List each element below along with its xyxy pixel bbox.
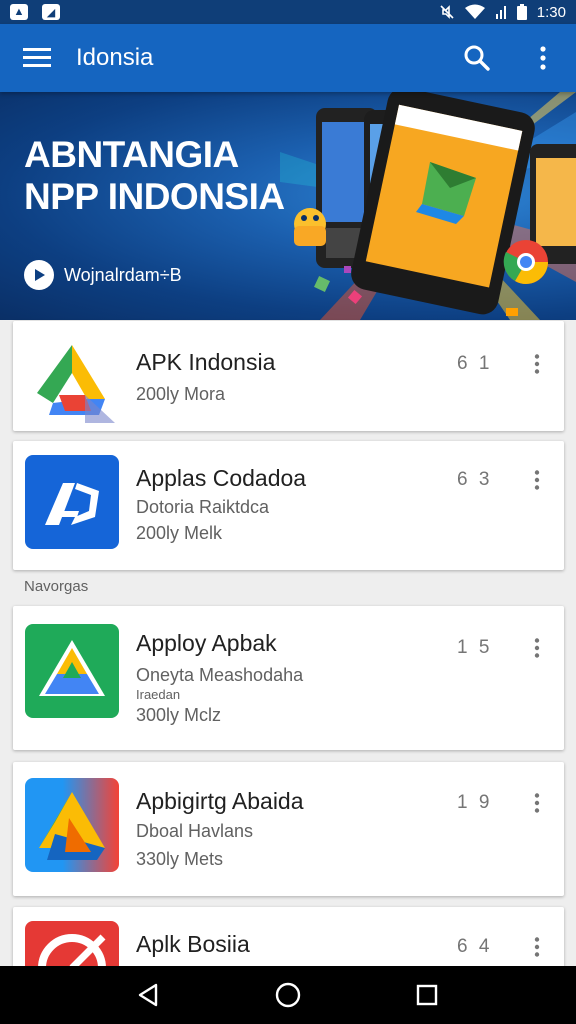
app-logo-icon [25,624,119,718]
app-card[interactable]: Applas Codadoa Dotoria Raiktdca 200ly Me… [13,441,564,570]
app-meta: 200ly Mora [136,384,226,404]
recents-square-icon[interactable] [397,966,457,1024]
app-logo-icon [25,331,119,425]
app-extra: Iraedan [136,687,181,702]
app-rating: 1 5 [457,637,493,658]
more-vert-icon[interactable] [525,349,549,379]
app-meta: 330ly Mets [136,849,224,869]
app-meta: 200ly Melk [136,523,223,543]
app-rating: 1 9 [457,792,493,813]
search-icon[interactable] [444,24,510,92]
promo-banner[interactable]: ABNTANGIA NPP INDONSIA Wojnalrdam÷B [0,92,576,320]
more-vert-icon[interactable] [525,788,549,818]
app-logo-icon [25,455,119,549]
hamburger-menu-icon[interactable] [0,24,76,92]
home-circle-icon[interactable] [258,966,318,1024]
app-subtitle: Dboal Havlans [136,821,254,841]
app-name: Apploy Apbak [136,630,277,656]
phones-illustration [280,92,576,320]
banner-title-line1: ABNTANGIA [24,134,239,175]
app-bar: Idonsia [0,24,576,92]
status-time: 1:30 [536,3,566,21]
wifi-icon [464,4,485,19]
banner-title-line2: NPP INDONSIA [24,176,285,217]
section-label: Navorgas [24,578,89,595]
app-name: Apbigirtg Abaida [136,788,304,814]
app-name: Applas Codadoa [136,465,307,491]
app-rating: 6 4 [457,936,493,957]
banner-play-link[interactable]: Wojnalrdam÷B [24,260,182,290]
app-card[interactable]: Apploy Apbak Oneyta Meashodaha Iraedan 3… [13,606,564,750]
app-subtitle: Oneyta Meashodaha [136,665,304,685]
app-logo-icon [25,778,119,872]
app-card[interactable]: Apbigirtg Abaida Dboal Havlans 330ly Met… [13,762,564,896]
mute-icon [440,5,454,19]
notification-b-icon: ◢ [42,4,60,20]
app-meta: 300ly Mclz [136,705,222,725]
app-rating: 6 3 [457,469,493,490]
play-icon [24,260,54,290]
more-vert-icon[interactable] [525,932,549,962]
app-title: Idonsia [76,44,154,71]
banner-title: ABNTANGIA NPP INDONSIA [24,134,285,218]
signal-icon [495,6,506,19]
back-triangle-icon[interactable] [119,966,179,1024]
app-rating: 6 1 [457,353,493,374]
system-nav-bar [0,966,576,1024]
app-name: APK Indonsia [136,349,276,375]
app-subtitle: Dotoria Raiktdca [136,497,270,517]
app-name: Aplk Bosiia [136,931,250,957]
banner-link-label: Wojnalrdam÷B [64,264,182,285]
app-card[interactable]: APK Indonsia 200ly Mora 6 1 [13,321,564,431]
battery-icon [516,4,527,20]
more-vert-icon[interactable] [525,633,549,663]
notification-a-icon: ▲ [10,4,28,20]
more-vert-icon[interactable] [525,465,549,495]
status-bar: ▲ ◢ 1:30 [0,0,576,24]
more-vert-icon[interactable] [510,24,576,92]
